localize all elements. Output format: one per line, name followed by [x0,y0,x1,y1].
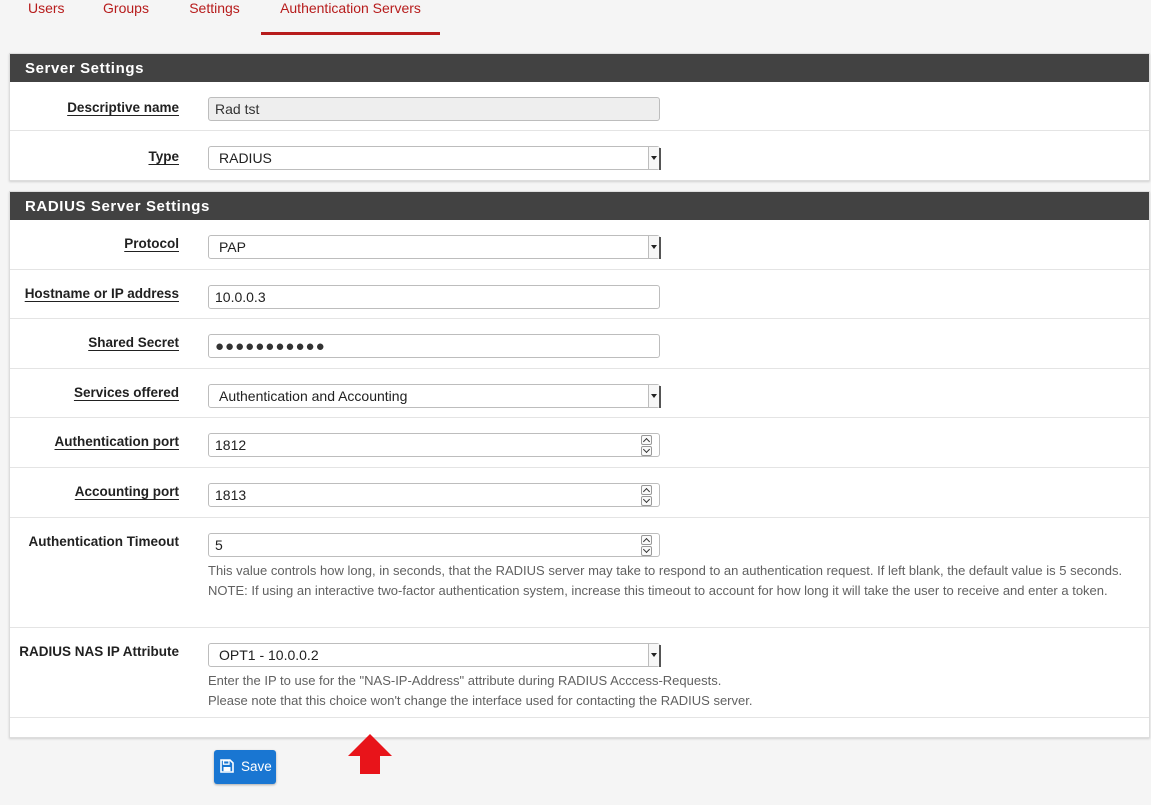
descriptive-name-label: Descriptive name [67,100,179,115]
descriptive-name-input[interactable]: Rad tst [208,97,660,121]
nas-ip-attribute-help: Enter the IP to use for the "NAS-IP-Addr… [208,673,753,708]
accounting-port-row: Accounting port 1813 [10,468,1149,518]
number-stepper[interactable] [641,434,653,456]
chevron-up-icon[interactable] [641,485,652,495]
protocol-select[interactable]: PAP [208,235,661,259]
chevron-down-icon [648,385,659,407]
server-settings-heading: Server Settings [10,54,1149,82]
tab-groups[interactable]: Groups [103,0,149,32]
tab-settings[interactable]: Settings [189,0,240,32]
radius-settings-heading: RADIUS Server Settings [10,192,1149,220]
tab-bar: Users Groups Settings Authentication Ser… [0,0,1151,36]
descriptive-name-row: Descriptive name Rad tst [10,82,1149,131]
authentication-timeout-help: This value controls how long, in seconds… [208,563,1123,598]
chevron-down-icon [648,644,659,666]
hostname-row: Hostname or IP address 10.0.0.3 [10,270,1149,319]
services-offered-label: Services offered [73,385,179,400]
accounting-port-label: Accounting port [74,484,179,499]
nas-ip-attribute-label: RADIUS NAS IP Attribute [19,644,179,659]
shared-secret-row: Shared Secret ●●●●●●●●●●● [10,319,1149,369]
authentication-port-label: Authentication port [54,434,180,449]
chevron-up-icon[interactable] [641,535,652,545]
chevron-down-icon[interactable] [641,496,652,506]
radius-server-settings-panel: RADIUS Server Settings Protocol PAP Host… [9,191,1150,738]
hostname-label: Hostname or IP address [24,286,179,301]
chevron-down-icon[interactable] [641,546,652,556]
panel-footer-spacer [10,718,1149,737]
authentication-timeout-label: Authentication Timeout [28,534,180,549]
chevron-down-icon [648,236,659,258]
authentication-port-input[interactable]: 1812 [208,433,660,457]
number-stepper[interactable] [641,484,653,506]
chevron-down-icon [648,147,659,169]
authentication-timeout-input[interactable]: 5 [208,533,660,557]
nas-ip-attribute-select[interactable]: OPT1 - 10.0.0.2 [208,643,661,667]
tab-users[interactable]: Users [28,0,65,32]
protocol-label: Protocol [124,236,179,251]
shared-secret-input[interactable]: ●●●●●●●●●●● [208,334,660,358]
nas-ip-attribute-row: RADIUS NAS IP Attribute OPT1 - 10.0.0.2 … [10,628,1149,718]
authentication-timeout-row: Authentication Timeout 5 This value cont… [10,518,1149,628]
type-select[interactable]: RADIUS [208,146,661,170]
hostname-input[interactable]: 10.0.0.3 [208,285,660,309]
type-row: Type RADIUS [10,131,1149,180]
services-offered-row: Services offered Authentication and Acco… [10,369,1149,418]
number-stepper[interactable] [641,534,653,556]
authentication-port-row: Authentication port 1812 [10,418,1149,468]
chevron-up-icon[interactable] [641,435,652,445]
red-up-arrow-icon [348,734,392,774]
shared-secret-label: Shared Secret [88,335,179,350]
protocol-row: Protocol PAP [10,220,1149,270]
tab-authentication-servers[interactable]: Authentication Servers [261,0,440,35]
chevron-down-icon[interactable] [641,446,652,456]
type-label: Type [148,149,179,164]
services-offered-select[interactable]: Authentication and Accounting [208,384,661,408]
accounting-port-input[interactable]: 1813 [208,483,660,507]
floppy-disk-icon [220,759,234,773]
server-settings-panel: Server Settings Descriptive name Rad tst… [9,53,1150,181]
save-button[interactable]: Save [214,750,276,784]
